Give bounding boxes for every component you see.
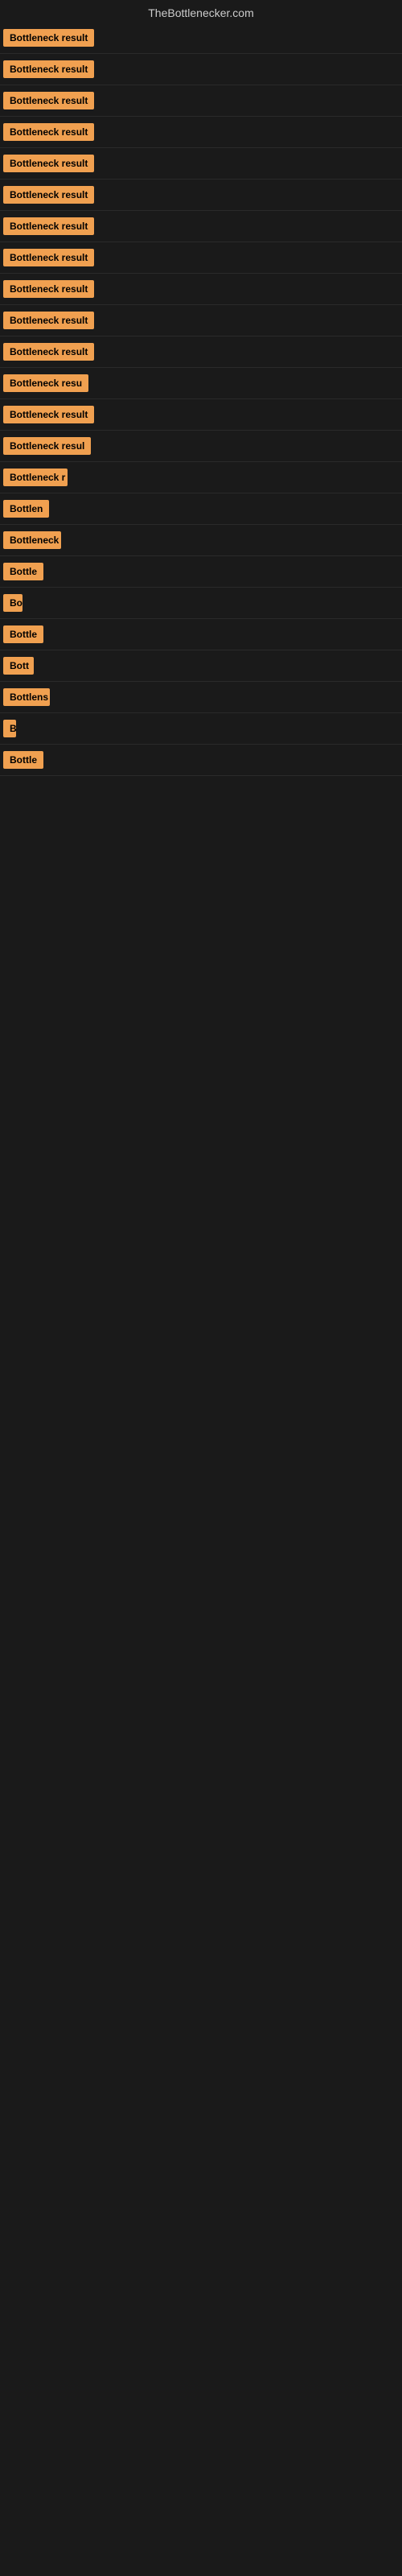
list-item: Bottleneck result bbox=[0, 242, 402, 274]
bottleneck-result-badge[interactable]: Bo bbox=[3, 594, 23, 612]
list-item: Bottleneck result bbox=[0, 85, 402, 117]
list-item: Bottleneck result bbox=[0, 180, 402, 211]
list-item: Bottleneck result bbox=[0, 305, 402, 336]
list-item: Bottleneck resu bbox=[0, 368, 402, 399]
bottleneck-result-badge[interactable]: Bottleneck result bbox=[3, 280, 94, 298]
list-item: Bottle bbox=[0, 619, 402, 650]
bottleneck-result-badge[interactable]: Bottleneck result bbox=[3, 249, 94, 266]
bottleneck-result-badge[interactable]: Bottle bbox=[3, 625, 43, 643]
list-item: Bottleneck result bbox=[0, 117, 402, 148]
list-item: Bottleneck result bbox=[0, 23, 402, 54]
list-item: Bottleneck bbox=[0, 525, 402, 556]
bottleneck-result-badge[interactable]: Bottlen bbox=[3, 500, 49, 518]
list-item: Bottleneck resul bbox=[0, 431, 402, 462]
bottleneck-result-badge[interactable]: Bottleneck result bbox=[3, 217, 94, 235]
list-item: Bottleneck result bbox=[0, 54, 402, 85]
list-item: Bottleneck r bbox=[0, 462, 402, 493]
bottleneck-result-badge[interactable]: Bottlens bbox=[3, 688, 50, 706]
bottleneck-result-badge[interactable]: B bbox=[3, 720, 16, 737]
list-item: Bottleneck result bbox=[0, 336, 402, 368]
list-item: Bottlen bbox=[0, 493, 402, 525]
bottleneck-result-badge[interactable]: Bottleneck resu bbox=[3, 374, 88, 392]
list-item: Bottleneck result bbox=[0, 148, 402, 180]
bottleneck-result-badge[interactable]: Bottleneck result bbox=[3, 29, 94, 47]
bottleneck-result-badge[interactable]: Bottleneck result bbox=[3, 406, 94, 423]
bottleneck-result-badge[interactable]: Bottleneck result bbox=[3, 186, 94, 204]
bottleneck-result-badge[interactable]: Bottleneck result bbox=[3, 123, 94, 141]
list-item: Bo bbox=[0, 588, 402, 619]
bottleneck-result-badge[interactable]: Bott bbox=[3, 657, 34, 675]
bottleneck-result-badge[interactable]: Bottle bbox=[3, 563, 43, 580]
list-item: Bottle bbox=[0, 556, 402, 588]
bottleneck-result-badge[interactable]: Bottleneck result bbox=[3, 92, 94, 109]
bottleneck-result-badge[interactable]: Bottleneck result bbox=[3, 343, 94, 361]
list-item: Bottleneck result bbox=[0, 274, 402, 305]
list-item: Bottle bbox=[0, 745, 402, 776]
site-title: TheBottlenecker.com bbox=[0, 0, 402, 23]
bottleneck-result-badge[interactable]: Bottleneck bbox=[3, 531, 61, 549]
bottleneck-result-badge[interactable]: Bottleneck result bbox=[3, 155, 94, 172]
list-item: Bott bbox=[0, 650, 402, 682]
list-item: Bottlens bbox=[0, 682, 402, 713]
bottleneck-result-badge[interactable]: Bottle bbox=[3, 751, 43, 769]
list-item: Bottleneck result bbox=[0, 399, 402, 431]
list-item: Bottleneck result bbox=[0, 211, 402, 242]
bottleneck-result-badge[interactable]: Bottleneck result bbox=[3, 60, 94, 78]
bottleneck-result-badge[interactable]: Bottleneck r bbox=[3, 469, 68, 486]
list-item: B bbox=[0, 713, 402, 745]
bottleneck-result-badge[interactable]: Bottleneck result bbox=[3, 312, 94, 329]
bottleneck-result-badge[interactable]: Bottleneck resul bbox=[3, 437, 91, 455]
